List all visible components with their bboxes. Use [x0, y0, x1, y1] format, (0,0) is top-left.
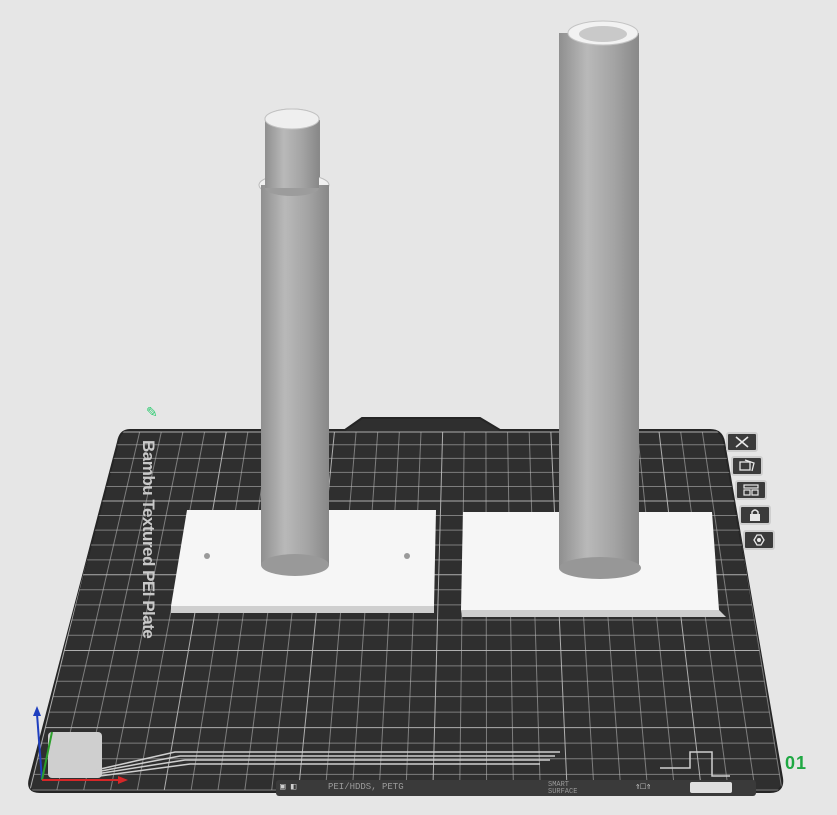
pencil-icon[interactable]: ✎ — [146, 404, 158, 421]
object-stepped-pillar[interactable] — [258, 108, 330, 576]
plate-strip-label-left: PEI/HDDS, PETG — [328, 782, 404, 792]
arrange-icon — [743, 484, 759, 496]
plate-front-text: ▣ ◧ PEI/HDDS, PETG SMART SURFACE ⇑□⇑ — [278, 780, 758, 796]
3d-viewport[interactable] — [0, 0, 837, 815]
lock-icon — [750, 509, 760, 521]
lock-plate-button[interactable] — [739, 505, 771, 525]
plate-settings-button[interactable] — [743, 530, 775, 550]
plate-name-label: Bambu Textured PEI Plate — [139, 440, 158, 639]
object-tall-tube[interactable] — [559, 20, 641, 579]
orient-icon — [739, 459, 755, 472]
settings-icon — [753, 534, 765, 546]
close-plate-button[interactable] — [726, 432, 758, 452]
plate-tools-toolbar — [724, 432, 794, 557]
plate-number-label[interactable]: 01 — [785, 753, 807, 774]
plate-strip-label-right: SMART SURFACE — [548, 781, 578, 796]
close-icon — [735, 436, 749, 448]
plate-strip-symbols: ⇑□⇑ — [635, 782, 652, 792]
arrange-plate-button[interactable] — [735, 480, 767, 500]
plate-corner-marker — [48, 732, 102, 778]
orient-plate-button[interactable] — [731, 456, 763, 476]
plate-strip-icons: ▣ ◧ — [280, 782, 297, 792]
